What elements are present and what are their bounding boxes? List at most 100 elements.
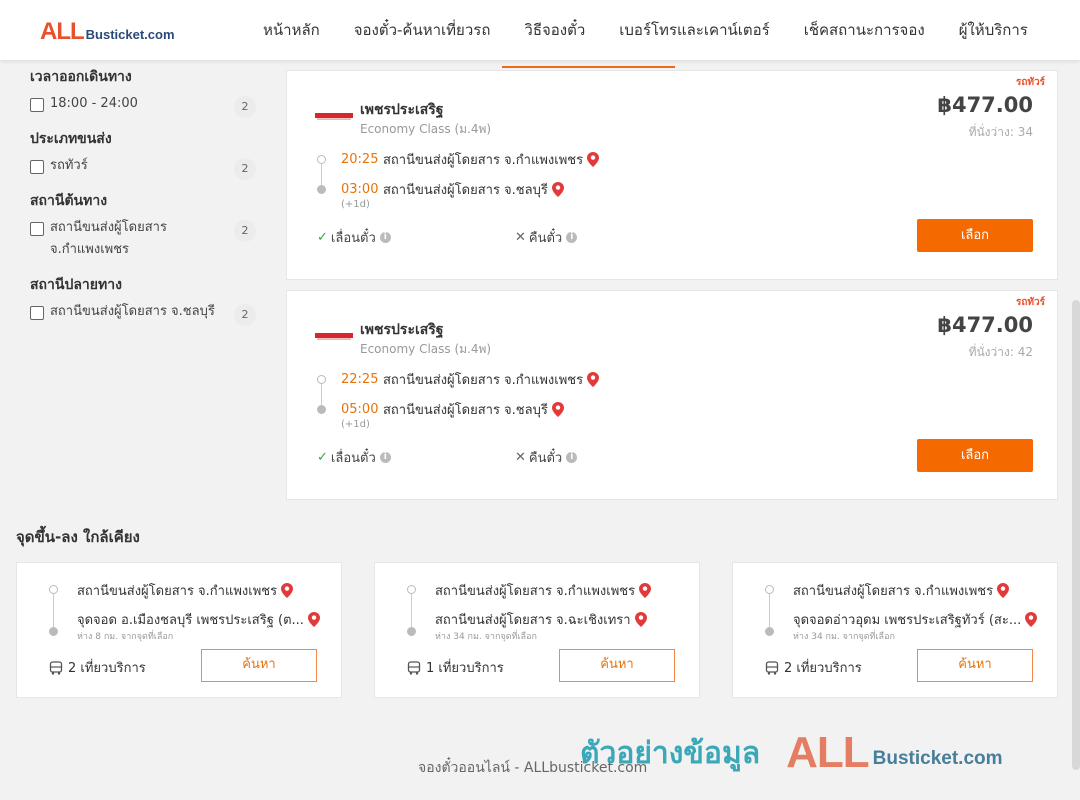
select-trip-button[interactable]: เลือก [917, 439, 1033, 472]
nav-how-to-book[interactable]: วิธีจองตั๋ว [507, 0, 602, 60]
filter-option[interactable]: สถานีขนส่งผู้โดยสาร จ.ชลบุรี 2 [30, 304, 260, 326]
trip-count-label: 1 เที่ยวบริการ [426, 661, 504, 676]
map-pin-icon[interactable] [639, 583, 652, 598]
site-logo[interactable]: ALL Busticket.com [40, 18, 175, 46]
logo-all-text: ALL [40, 18, 85, 45]
filter-option-label: สถานีขนส่งผู้โดยสาร จ.ชลบุรี [50, 304, 215, 319]
filter-title: สถานีปลายทาง [30, 277, 122, 293]
ticket-price: ฿477.00 [937, 93, 1033, 117]
nav-book-search[interactable]: จองตั๋ว-ค้นหาเที่ยวรถ [337, 0, 508, 60]
feature-refund-ticket: ✕ คืนตั๋ว i [515, 227, 578, 248]
map-pin-icon[interactable] [997, 583, 1010, 598]
departure-time: 20:25 [341, 152, 379, 167]
feature-label: เลื่อนตั๋ว [330, 231, 376, 246]
nav-phone-counter[interactable]: เบอร์โทรและเคาน์เตอร์ [602, 0, 786, 60]
checkbox[interactable] [30, 222, 44, 236]
map-pin-icon[interactable] [551, 182, 564, 197]
filter-title: เวลาออกเดินทาง [30, 69, 132, 85]
destination-dot [765, 627, 774, 636]
map-pin-icon[interactable] [551, 402, 564, 417]
arrival-stop: 03:00 สถานีขนส่งผู้โดยสาร จ.ชลบุรี [341, 179, 564, 200]
nearby-route-card: สถานีขนส่งผู้โดยสาร จ.กำแพงเพชร จุดจอดอ่… [732, 562, 1058, 698]
arrival-station: สถานีขนส่งผู้โดยสาร จ.ชลบุรี [383, 183, 548, 198]
cross-icon: ✕ [515, 450, 526, 465]
route-line [769, 589, 770, 629]
bus-icon [49, 660, 63, 675]
to-station: จุดจอด อ.เมืองชลบุรี เพชรประเสริฐ (ต... [77, 613, 304, 628]
info-icon[interactable]: i [566, 232, 578, 243]
departure-stop: 22:25 สถานีขนส่งผู้โดยสาร จ.กำแพงเพชร [341, 369, 600, 390]
bus-icon [765, 660, 779, 675]
origin-dot [407, 585, 416, 594]
trip-count: 1 เที่ยวบริการ [407, 657, 504, 678]
departure-station: สถานีขนส่งผู้โดยสาร จ.กำแพงเพชร [383, 153, 584, 168]
nav-operators[interactable]: ผู้ให้บริการ [942, 0, 1045, 60]
day-offset: (+1d) [341, 199, 370, 210]
main-nav: หน้าหลัก จองตั๋ว-ค้นหาเที่ยวรถ วิธีจองตั… [246, 0, 1045, 60]
from-station: สถานีขนส่งผู้โดยสาร จ.กำแพงเพชร [77, 584, 278, 599]
checkbox[interactable] [30, 160, 44, 174]
from-station: สถานีขนส่งผู้โดยสาร จ.กำแพงเพชร [793, 584, 994, 599]
bus-type-tag: รถทัวร์ [1015, 297, 1045, 308]
search-nearby-button[interactable]: ค้นหา [559, 649, 675, 682]
search-nearby-button[interactable]: ค้นหา [201, 649, 317, 682]
trip-result-card: รถทัวร์ เพชรประเสริฐ Economy Class (ม.4พ… [286, 290, 1058, 500]
info-icon[interactable]: i [566, 452, 578, 463]
nearby-to-stop: สถานีขนส่งผู้โดยสาร จ.ฉะเชิงเทรา [435, 609, 695, 630]
trip-result-card: รถทัวร์ เพชรประเสริฐ Economy Class (ม.4พ… [286, 70, 1058, 280]
destination-dot [407, 627, 416, 636]
distance-note: ห่าง 34 กม. จากจุดที่เลือก [793, 632, 895, 642]
filter-destination-station: สถานีปลายทาง สถานีขนส่งผู้โดยสาร จ.ชลบุร… [30, 274, 260, 326]
checkbox[interactable] [30, 98, 44, 112]
bus-class: Economy Class (ม.4พ) [360, 122, 492, 136]
trip-count: 2 เที่ยวบริการ [49, 657, 146, 678]
check-icon: ✓ [317, 450, 328, 465]
checkbox[interactable] [30, 306, 44, 320]
feature-label: เลื่อนตั๋ว [330, 451, 376, 466]
filter-option[interactable]: สถานีขนส่งผู้โดยสาร จ.กำแพงเพชร 2 [30, 220, 260, 261]
filter-option-label: 18:00 - 24:00 [50, 96, 138, 111]
nearby-from-stop: สถานีขนส่งผู้โดยสาร จ.กำแพงเพชร [793, 580, 1053, 601]
filter-option[interactable]: 18:00 - 24:00 2 [30, 96, 260, 118]
trip-count-label: 2 เที่ยวบริการ [784, 661, 862, 676]
filter-title: สถานีต้นทาง [30, 193, 108, 209]
origin-dot [317, 155, 326, 164]
seats-available: ที่นั่งว่าง: 34 [968, 125, 1033, 139]
map-pin-icon[interactable] [307, 612, 320, 627]
operator-logo-icon [315, 333, 353, 340]
departure-station: สถานีขนส่งผู้โดยสาร จ.กำแพงเพชร [383, 373, 584, 388]
count-badge: 2 [234, 304, 256, 326]
arrival-time: 03:00 [341, 182, 379, 197]
nav-home[interactable]: หน้าหลัก [246, 0, 337, 60]
operator-logo-icon [315, 113, 353, 120]
nearby-route-card: สถานีขนส่งผู้โดยสาร จ.กำแพงเพชร สถานีขนส… [374, 562, 700, 698]
map-pin-icon[interactable] [1025, 612, 1038, 627]
info-icon[interactable]: i [379, 232, 391, 243]
trip-count: 2 เที่ยวบริการ [765, 657, 862, 678]
distance-note: ห่าง 34 กม. จากจุดที่เลือก [435, 632, 537, 642]
filter-option[interactable]: รถทัวร์ 2 [30, 158, 260, 180]
nearby-route-card: สถานีขนส่งผู้โดยสาร จ.กำแพงเพชร จุดจอด อ… [16, 562, 342, 698]
operator-name: เพชรประเสริฐ [360, 322, 444, 338]
trip-count-label: 2 เที่ยวบริการ [68, 661, 146, 676]
watermark-all-text: ALL [786, 728, 870, 777]
map-pin-icon[interactable] [587, 372, 600, 387]
map-pin-icon[interactable] [634, 612, 647, 627]
map-pin-icon[interactable] [281, 583, 294, 598]
operator-name: เพชรประเสริฐ [360, 102, 444, 118]
check-icon: ✓ [317, 230, 328, 245]
info-icon[interactable]: i [379, 452, 391, 463]
cross-icon: ✕ [515, 230, 526, 245]
filter-title: ประเภทขนส่ง [30, 131, 112, 147]
nearby-from-stop: สถานีขนส่งผู้โดยสาร จ.กำแพงเพชร [435, 580, 695, 601]
filter-origin-station: สถานีต้นทาง สถานีขนส่งผู้โดยสาร จ.กำแพงเ… [30, 190, 260, 261]
nav-check-booking[interactable]: เช็คสถานะการจอง [787, 0, 942, 60]
map-pin-icon[interactable] [587, 152, 600, 167]
vertical-scrollbar[interactable] [1072, 300, 1080, 770]
count-badge: 2 [234, 220, 256, 242]
to-station: จุดจอดอ่าวอุดม เพชรประเสริฐทัวร์ (สะ... [793, 613, 1022, 628]
select-trip-button[interactable]: เลือก [917, 219, 1033, 252]
from-station: สถานีขนส่งผู้โดยสาร จ.กำแพงเพชร [435, 584, 636, 599]
origin-dot [317, 375, 326, 384]
search-nearby-button[interactable]: ค้นหา [917, 649, 1033, 682]
